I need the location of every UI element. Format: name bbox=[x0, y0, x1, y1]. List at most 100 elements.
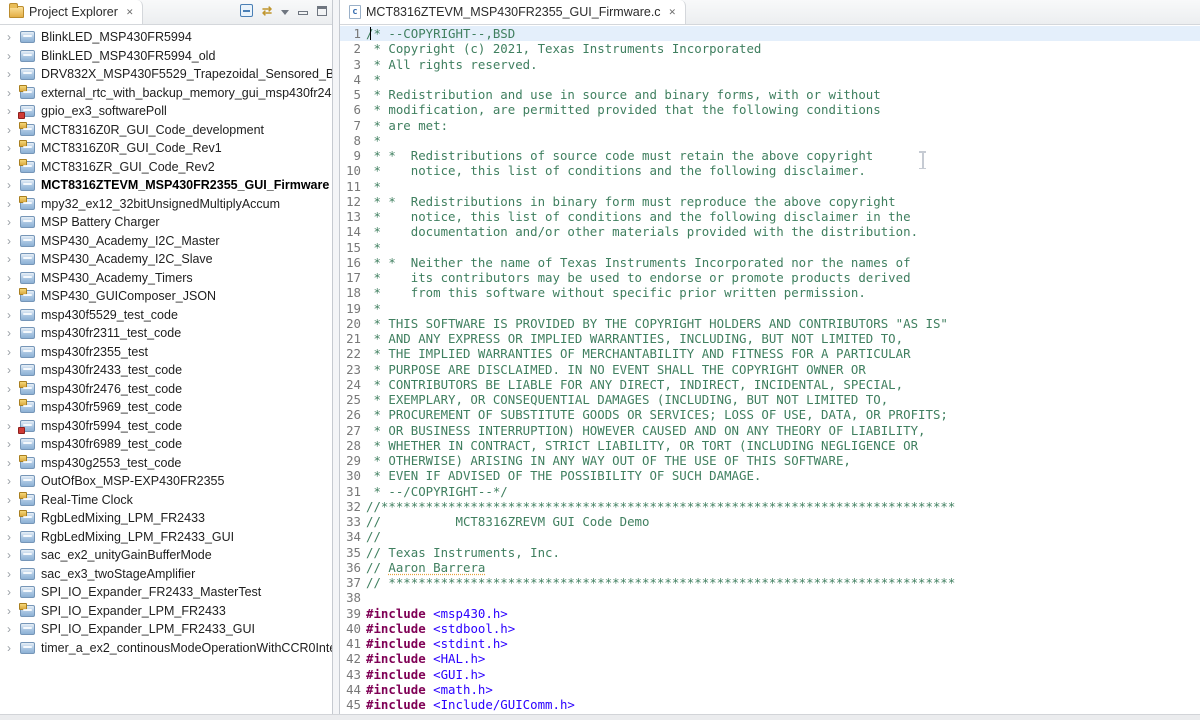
code-text: #include <stdint.h> bbox=[366, 636, 508, 651]
chevron-right-icon[interactable]: › bbox=[7, 31, 17, 43]
chevron-right-icon[interactable]: › bbox=[7, 457, 17, 469]
chevron-right-icon[interactable]: › bbox=[7, 216, 17, 228]
chevron-right-icon[interactable]: › bbox=[7, 420, 17, 432]
chevron-right-icon[interactable]: › bbox=[7, 364, 17, 376]
project-tree-item[interactable]: ›sac_ex2_unityGainBufferMode bbox=[0, 546, 332, 565]
project-tree-item[interactable]: ›MCT8316Z0R_GUI_Code_development bbox=[0, 121, 332, 140]
project-tree-item[interactable]: ›OutOfBox_MSP-EXP430FR2355 bbox=[0, 472, 332, 491]
code-line: 3 * All rights reserved. bbox=[340, 57, 1200, 72]
project-tree-item[interactable]: ›external_rtc_with_backup_memory_gui_msp… bbox=[0, 84, 332, 103]
project-tree-item[interactable]: ›SPI_IO_Expander_LPM_FR2433 bbox=[0, 602, 332, 621]
chevron-right-icon[interactable]: › bbox=[7, 142, 17, 154]
chevron-right-icon[interactable]: › bbox=[7, 623, 17, 635]
chevron-right-icon[interactable]: › bbox=[7, 642, 17, 654]
chevron-right-icon[interactable]: › bbox=[7, 272, 17, 284]
project-tree-item[interactable]: › msp430fr2476_test_code bbox=[0, 380, 332, 399]
project-tree-item[interactable]: ›MSP430_GUIComposer_JSON bbox=[0, 287, 332, 306]
chevron-right-icon[interactable]: › bbox=[7, 253, 17, 265]
project-overlay-icon bbox=[19, 288, 27, 295]
tab-close-icon[interactable]: ✕ bbox=[126, 8, 134, 17]
code-text: * bbox=[366, 240, 381, 255]
project-tree-item[interactable]: ›msp430fr6989_test_code bbox=[0, 435, 332, 454]
code-text: * OR BUSINESS INTERRUPTION) HOWEVER CAUS… bbox=[366, 423, 926, 438]
code-line: 35// Texas Instruments, Inc. bbox=[340, 545, 1200, 560]
minimize-icon[interactable] bbox=[298, 11, 308, 15]
project-tree-item[interactable]: ›msp430fr2311_test_code bbox=[0, 324, 332, 343]
project-tree-item[interactable]: ›msp430fr5994_test_code bbox=[0, 417, 332, 436]
project-tree-item[interactable]: ›MCT8316ZR_GUI_Code_Rev2 bbox=[0, 158, 332, 177]
chevron-right-icon[interactable]: › bbox=[7, 549, 17, 561]
code-line: 21 * AND ANY EXPRESS OR IMPLIED WARRANTI… bbox=[340, 331, 1200, 346]
project-overlay-icon bbox=[19, 159, 27, 166]
project-name-label: msp430fr2476_test_code bbox=[41, 382, 182, 396]
ccs-project-icon bbox=[20, 327, 35, 339]
chevron-right-icon[interactable]: › bbox=[7, 383, 17, 395]
chevron-right-icon[interactable]: › bbox=[7, 105, 17, 117]
code-text: /* --COPYRIGHT--,BSD bbox=[366, 26, 515, 41]
ccs-project-icon bbox=[20, 290, 35, 302]
chevron-right-icon[interactable]: › bbox=[7, 401, 17, 413]
project-tree-item[interactable]: ›DRV832X_MSP430F5529_Trapezoidal_Sensore… bbox=[0, 65, 332, 84]
project-tree-item[interactable]: ›MSP430_Academy_I2C_Master bbox=[0, 232, 332, 251]
project-tree-item[interactable]: ›BlinkLED_MSP430FR5994_old bbox=[0, 47, 332, 66]
project-explorer-panel: Project Explorer ✕ ⇄ ›BlinkLED_MSP430FR5… bbox=[0, 0, 333, 714]
project-tree-item[interactable]: ›msp430g2553_test_code bbox=[0, 454, 332, 473]
chevron-right-icon[interactable]: › bbox=[7, 346, 17, 358]
chevron-right-icon[interactable]: › bbox=[7, 179, 17, 191]
chevron-right-icon[interactable]: › bbox=[7, 438, 17, 450]
line-number: 8 bbox=[340, 133, 366, 148]
tab-editor-file[interactable]: c MCT8316ZTEVM_MSP430FR2355_GUI_Firmware… bbox=[340, 0, 686, 24]
project-overlay-icon bbox=[19, 122, 27, 129]
collapse-all-icon[interactable] bbox=[240, 4, 253, 17]
chevron-right-icon[interactable]: › bbox=[7, 87, 17, 99]
chevron-right-icon[interactable]: › bbox=[7, 235, 17, 247]
chevron-right-icon[interactable]: › bbox=[7, 586, 17, 598]
chevron-right-icon[interactable]: › bbox=[7, 124, 17, 136]
chevron-right-icon[interactable]: › bbox=[7, 512, 17, 524]
maximize-icon[interactable] bbox=[317, 6, 327, 16]
chevron-right-icon[interactable]: › bbox=[7, 309, 17, 321]
tab-close-icon[interactable]: ✕ bbox=[669, 8, 677, 17]
tab-project-explorer[interactable]: Project Explorer ✕ bbox=[0, 0, 143, 24]
project-tree-item[interactable]: ›RgbLedMixing_LPM_FR2433 bbox=[0, 509, 332, 528]
view-menu-icon[interactable] bbox=[281, 10, 289, 15]
project-tree-item[interactable]: ›SPI_IO_Expander_FR2433_MasterTest bbox=[0, 583, 332, 602]
chevron-right-icon[interactable]: › bbox=[7, 568, 17, 580]
chevron-right-icon[interactable]: › bbox=[7, 327, 17, 339]
chevron-right-icon[interactable]: › bbox=[7, 161, 17, 173]
project-tree-item[interactable]: ›msp430fr2355_test bbox=[0, 343, 332, 362]
chevron-right-icon[interactable]: › bbox=[7, 68, 17, 80]
project-tree-item[interactable]: ›msp430fr5969_test_code bbox=[0, 398, 332, 417]
project-tree-item[interactable]: ›Real-Time Clock bbox=[0, 491, 332, 510]
chevron-right-icon[interactable]: › bbox=[7, 494, 17, 506]
project-tree-item[interactable]: ›MSP430_Academy_I2C_Slave bbox=[0, 250, 332, 269]
project-tree-item[interactable]: ›MCT8316ZTEVM_MSP430FR2355_GUI_Firmware … bbox=[0, 176, 332, 195]
line-number: 22 bbox=[340, 346, 366, 361]
chevron-right-icon[interactable]: › bbox=[7, 198, 17, 210]
link-with-editor-icon[interactable]: ⇄ bbox=[262, 5, 272, 17]
chevron-right-icon[interactable]: › bbox=[7, 605, 17, 617]
chevron-right-icon[interactable]: › bbox=[7, 50, 17, 62]
project-tree-item[interactable]: ›SPI_IO_Expander_LPM_FR2433_GUI bbox=[0, 620, 332, 639]
code-editor-area[interactable]: 1/* --COPYRIGHT--,BSD2 * Copyright (c) 2… bbox=[340, 25, 1200, 714]
project-tree-item[interactable]: ›RgbLedMixing_LPM_FR2433_GUI bbox=[0, 528, 332, 547]
project-tree-item[interactable]: ›BlinkLED_MSP430FR5994 bbox=[0, 28, 332, 47]
code-line: 31 * --/COPYRIGHT--*/ bbox=[340, 484, 1200, 499]
project-tree-item[interactable]: ›gpio_ex3_softwarePoll bbox=[0, 102, 332, 121]
code-line: 43#include <GUI.h> bbox=[340, 667, 1200, 682]
code-line: 26 * PROCUREMENT OF SUBSTITUTE GOODS OR … bbox=[340, 407, 1200, 422]
project-tree-item[interactable]: ›MCT8316Z0R_GUI_Code_Rev1 bbox=[0, 139, 332, 158]
project-tree-item[interactable]: ›MSP Battery Charger bbox=[0, 213, 332, 232]
chevron-right-icon[interactable]: › bbox=[7, 475, 17, 487]
project-tree-item[interactable]: ›sac_ex3_twoStageAmplifier bbox=[0, 565, 332, 584]
project-tree-item[interactable]: ›msp430fr2433_test_code bbox=[0, 361, 332, 380]
chevron-right-icon[interactable]: › bbox=[7, 290, 17, 302]
code-line: 36// Aaron Barrera bbox=[340, 560, 1200, 575]
project-tree-item[interactable]: ›mpy32_ex12_32bitUnsignedMultiplyAccum bbox=[0, 195, 332, 214]
ccs-project-icon bbox=[20, 124, 35, 136]
chevron-right-icon[interactable]: › bbox=[7, 531, 17, 543]
project-tree-item[interactable]: ›MSP430_Academy_Timers bbox=[0, 269, 332, 288]
project-tree-item[interactable]: ›msp430f5529_test_code bbox=[0, 306, 332, 325]
line-number: 14 bbox=[340, 224, 366, 239]
project-tree-item[interactable]: ›timer_a_ex2_continousModeOperationWithC… bbox=[0, 639, 332, 658]
